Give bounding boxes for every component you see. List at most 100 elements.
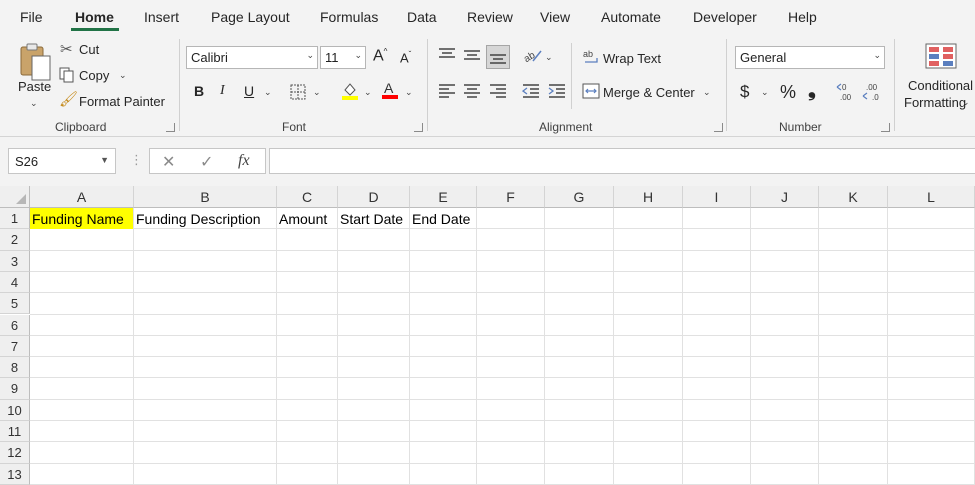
middle-align-icon[interactable] <box>463 47 481 66</box>
enter-icon[interactable]: ✓ <box>200 152 213 172</box>
row-header-12[interactable]: 12 <box>0 442 30 464</box>
cell-b1[interactable]: Funding Description <box>134 208 276 229</box>
underline-button[interactable]: U <box>244 83 254 99</box>
insert-function-icon[interactable]: fx <box>238 152 250 170</box>
cell-d1[interactable]: Start Date <box>338 208 409 229</box>
cut-icon[interactable]: ✂ <box>60 40 73 58</box>
column-header-k[interactable]: K <box>819 186 888 208</box>
tab-data[interactable]: Data <box>407 9 437 25</box>
clipboard-dialog-launcher-icon[interactable] <box>166 123 175 132</box>
cell-c1[interactable]: Amount <box>277 208 337 229</box>
row-header-7[interactable]: 7 <box>0 335 30 358</box>
tab-file[interactable]: File <box>20 9 43 25</box>
copy-dropdown-icon[interactable]: ⌄ <box>119 70 127 81</box>
row-header-13[interactable]: 13 <box>0 463 30 485</box>
italic-button[interactable]: I <box>220 83 225 99</box>
cut-button[interactable]: Cut <box>79 42 99 57</box>
name-box[interactable]: S26 ▼ <box>8 148 116 174</box>
row-header-9[interactable]: 9 <box>0 378 30 400</box>
underline-dropdown-icon[interactable]: ⌄ <box>264 87 272 98</box>
formula-input[interactable] <box>269 148 975 174</box>
font-color-dropdown-icon[interactable]: ⌄ <box>405 87 413 98</box>
column-header-f[interactable]: F <box>477 186 545 208</box>
tab-help[interactable]: Help <box>788 9 817 25</box>
currency-button[interactable]: $ <box>740 82 749 102</box>
tab-formulas[interactable]: Formulas <box>320 9 378 25</box>
column-header-a[interactable]: A <box>30 186 134 208</box>
column-header-l[interactable]: L <box>888 186 975 208</box>
row-header-2[interactable]: 2 <box>0 229 30 251</box>
column-header-j[interactable]: J <box>751 186 819 208</box>
row-header-11[interactable]: 11 <box>0 421 30 443</box>
column-header-g[interactable]: G <box>545 186 614 208</box>
cell-a1[interactable]: Funding Name <box>30 208 133 229</box>
percent-button[interactable]: % <box>780 82 796 103</box>
conditional-formatting-label-line2[interactable]: Formatting <box>904 95 966 110</box>
copy-icon[interactable] <box>59 67 75 86</box>
borders-icon[interactable] <box>290 84 306 103</box>
fill-color-dropdown-icon[interactable]: ⌄ <box>364 87 372 98</box>
bottom-align-icon[interactable] <box>486 45 510 69</box>
borders-dropdown-icon[interactable]: ⌄ <box>313 87 321 98</box>
merge-center-button[interactable]: Merge & Center <box>603 85 695 100</box>
bold-button[interactable]: B <box>194 83 204 99</box>
orientation-dropdown-icon[interactable]: ⌄ <box>545 52 553 63</box>
font-name-select[interactable]: Calibri ⌄ <box>186 46 318 69</box>
tab-view[interactable]: View <box>540 9 570 25</box>
row-header-6[interactable]: 6 <box>0 314 30 336</box>
conditional-formatting-dropdown-icon[interactable]: ⌄ <box>962 97 970 108</box>
tab-insert[interactable]: Insert <box>144 9 179 25</box>
cell-e1[interactable]: End Date <box>410 208 476 229</box>
font-dialog-launcher-icon[interactable] <box>414 123 423 132</box>
align-right-icon[interactable] <box>489 84 507 101</box>
tab-developer[interactable]: Developer <box>693 9 757 25</box>
wrap-text-button[interactable]: Wrap Text <box>603 51 661 66</box>
column-header-b[interactable]: B <box>134 186 277 208</box>
paste-icon[interactable] <box>18 43 54 83</box>
column-header-c[interactable]: C <box>277 186 338 208</box>
decrease-font-size-button[interactable]: Aˇ <box>400 50 411 65</box>
copy-button[interactable]: Copy <box>79 68 109 83</box>
format-painter-button[interactable]: Format Painter <box>79 94 165 109</box>
row-header-1[interactable]: 1 <box>0 208 30 230</box>
tab-page-layout[interactable]: Page Layout <box>211 9 290 25</box>
column-header-d[interactable]: D <box>338 186 410 208</box>
cancel-icon[interactable]: ✕ <box>162 152 175 172</box>
top-align-icon[interactable] <box>438 47 456 66</box>
row-header-4[interactable]: 4 <box>0 271 30 294</box>
row-header-3[interactable]: 3 <box>0 250 30 272</box>
align-left-icon[interactable] <box>438 84 456 101</box>
increase-decimal-icon[interactable]: 0.00 <box>836 82 858 105</box>
decrease-indent-icon[interactable] <box>521 84 540 101</box>
number-format-select[interactable]: General ⌄ <box>735 46 885 69</box>
row-header-5[interactable]: 5 <box>0 293 30 315</box>
row-header-8[interactable]: 8 <box>0 357 30 379</box>
increase-font-size-button[interactable]: A^ <box>373 47 387 65</box>
font-color-icon[interactable]: A <box>381 80 399 103</box>
tab-review[interactable]: Review <box>467 9 513 25</box>
tab-home[interactable]: Home <box>75 9 114 25</box>
merge-center-icon[interactable] <box>582 83 600 102</box>
paste-button[interactable]: Paste <box>18 79 51 94</box>
paste-dropdown-icon[interactable]: ⌄ <box>30 98 38 109</box>
column-header-i[interactable]: I <box>683 186 751 208</box>
formula-bar-resize-handle-icon[interactable]: ⋮ <box>130 152 143 168</box>
conditional-formatting-icon[interactable] <box>925 43 957 72</box>
currency-dropdown-icon[interactable]: ⌄ <box>761 87 769 98</box>
orientation-icon[interactable]: ab <box>522 47 543 66</box>
format-painter-icon[interactable]: 🖌 <box>59 90 78 108</box>
increase-indent-icon[interactable] <box>548 84 566 101</box>
column-header-h[interactable]: H <box>614 186 683 208</box>
alignment-dialog-launcher-icon[interactable] <box>714 123 723 132</box>
comma-style-button[interactable]: ❟ <box>808 79 816 102</box>
font-size-select[interactable]: 11 ⌄ <box>320 46 366 69</box>
align-center-icon[interactable] <box>463 84 481 101</box>
tab-automate[interactable]: Automate <box>601 9 661 25</box>
conditional-formatting-label-line1[interactable]: Conditional <box>908 78 973 93</box>
wrap-text-icon[interactable]: ab <box>583 48 601 69</box>
merge-center-dropdown-icon[interactable]: ⌄ <box>703 87 711 98</box>
column-header-e[interactable]: E <box>410 186 477 208</box>
decrease-decimal-icon[interactable]: .00.0 <box>862 82 884 105</box>
number-dialog-launcher-icon[interactable] <box>881 123 890 132</box>
select-all-button[interactable] <box>0 186 30 208</box>
